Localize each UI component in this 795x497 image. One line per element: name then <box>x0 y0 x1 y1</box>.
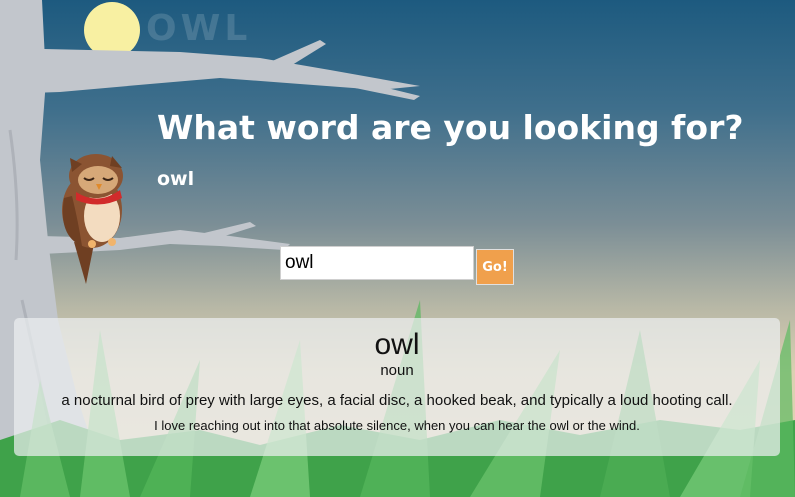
result-example: I love reaching out into that absolute s… <box>154 418 640 433</box>
result-part-of-speech: noun <box>380 362 414 379</box>
searched-word-label: owl <box>157 168 195 190</box>
owl-illustration <box>62 154 123 284</box>
logo: OWL <box>146 8 252 49</box>
result-definition: a nocturnal bird of prey with large eyes… <box>61 392 733 409</box>
page-title: What word are you looking for? <box>157 108 744 147</box>
moon-icon <box>84 2 140 58</box>
result-word: owl <box>374 328 420 361</box>
go-button[interactable]: Go! <box>476 249 514 285</box>
result-card: owl noun a nocturnal bird of prey with l… <box>14 318 780 456</box>
search-input[interactable] <box>280 246 474 280</box>
